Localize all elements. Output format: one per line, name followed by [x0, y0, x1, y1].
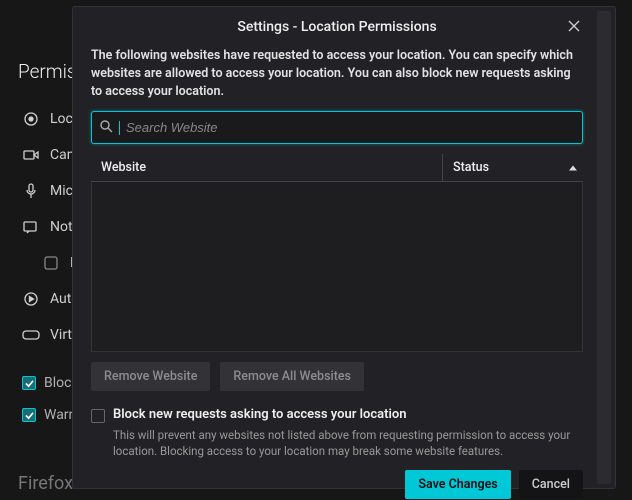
remove-website-button[interactable]: Remove Website — [91, 362, 210, 391]
location-icon — [22, 111, 40, 127]
block-new-requests-label: Block new requests asking to access your… — [113, 407, 407, 422]
column-status[interactable]: Status — [443, 154, 583, 181]
microphone-icon — [22, 183, 40, 199]
websites-table-header: Website Status — [91, 154, 583, 182]
sort-ascending-icon — [569, 165, 577, 170]
text-caret — [119, 121, 120, 135]
cancel-button[interactable]: Cancel — [519, 470, 583, 499]
modal-title: Settings - Location Permissions — [237, 19, 436, 35]
search-input[interactable] — [126, 120, 574, 135]
search-website-field[interactable] — [91, 111, 583, 144]
checkbox-empty-icon — [42, 256, 60, 270]
websites-table-body — [91, 182, 583, 352]
checkbox-checked-icon — [22, 408, 36, 422]
camera-icon — [22, 148, 40, 162]
vr-icon — [22, 329, 40, 341]
column-status-label: Status — [453, 160, 489, 175]
modal-description: The following websites have requested to… — [91, 47, 583, 111]
autoplay-icon — [22, 291, 40, 307]
checkbox-empty-icon — [91, 409, 105, 423]
block-new-requests-description: This will prevent any websites not liste… — [91, 427, 583, 459]
search-icon — [100, 118, 113, 137]
remove-all-websites-button[interactable]: Remove All Websites — [220, 362, 364, 391]
modal-scrollbar[interactable] — [597, 11, 611, 484]
checkbox-checked-icon — [22, 376, 36, 390]
block-new-requests-checkbox[interactable]: Block new requests asking to access your… — [91, 405, 583, 427]
column-website[interactable]: Website — [91, 154, 442, 181]
close-button[interactable] — [563, 15, 585, 37]
notification-icon — [22, 220, 40, 234]
location-permissions-dialog: Settings - Location Permissions The foll… — [72, 6, 616, 489]
save-changes-button[interactable]: Save Changes — [405, 470, 510, 499]
